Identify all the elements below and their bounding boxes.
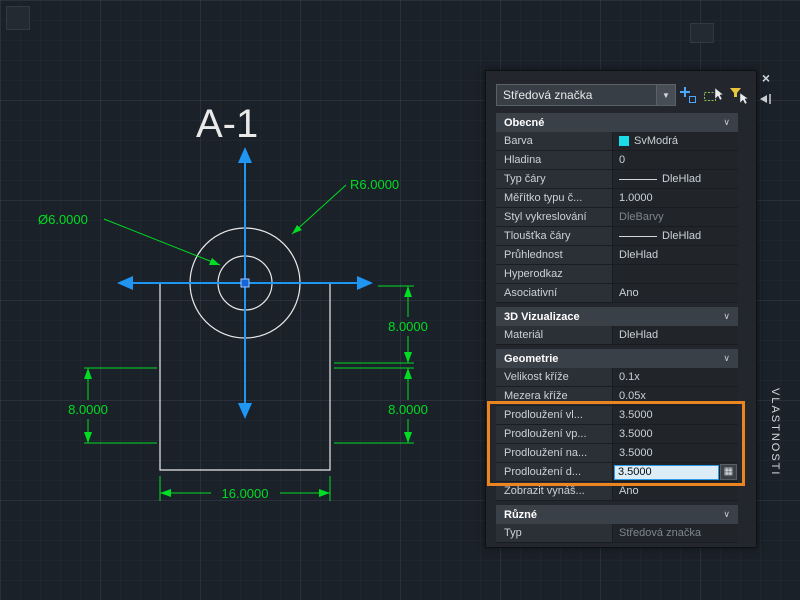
property-value[interactable]: 0.05x: [613, 387, 738, 405]
row-prodlouzeni-d: Prodloužení d... 3.5000 ▦: [496, 463, 738, 482]
linetype-preview-icon: [619, 178, 657, 180]
section-header-ruzne[interactable]: Různé ∨: [496, 505, 738, 524]
value-edit-field[interactable]: 3.5000: [614, 464, 719, 480]
row-typ: Typ Středová značka: [496, 524, 738, 543]
calculator-icon: ▦: [723, 466, 734, 477]
row-zobrazit-vynasecich: Zobrazit vynáš... Ano: [496, 482, 738, 501]
bottom-dimension-text: 16.0000: [222, 486, 269, 501]
properties-palette: Středová značka ▼ Obecné ∨ Barva SvModrá…: [485, 70, 757, 548]
chevron-icon: ∨: [723, 117, 730, 127]
chevron-icon: ∨: [723, 311, 730, 321]
property-label: Průhlednost: [496, 246, 613, 264]
color-swatch: [619, 136, 629, 146]
row-prodlouzeni-vp: Prodloužení vp... 3.5000: [496, 425, 738, 444]
property-value[interactable]: Ano: [613, 284, 738, 302]
property-label: Mezera kříže: [496, 387, 613, 405]
property-value[interactable]: 3.5000: [613, 444, 738, 462]
chevron-icon: ∨: [723, 509, 730, 519]
property-label: Materiál: [496, 326, 613, 344]
drawing-title: A-1: [196, 102, 258, 146]
left-dimension-text: 8.0000: [68, 402, 108, 417]
property-label: Barva: [496, 132, 613, 150]
chevron-down-icon[interactable]: ▼: [656, 85, 675, 105]
row-tloustka-cary: Tloušťka čáry DleHlad: [496, 227, 738, 246]
property-label: Typ čáry: [496, 170, 613, 188]
property-label: Prodloužení na...: [496, 444, 613, 462]
property-label: Hyperodkaz: [496, 265, 613, 283]
row-velikost-krize: Velikost kříže 0.1x: [496, 368, 738, 387]
property-value[interactable]: DleHlad: [613, 326, 738, 344]
property-label: Měřítko typu č...: [496, 189, 613, 207]
property-value[interactable]: DleBarvy: [613, 208, 738, 226]
row-prodlouzeni-na: Prodloužení na... 3.5000: [496, 444, 738, 463]
property-label: Prodloužení d...: [496, 463, 613, 481]
dimension-arrowheads: [84, 225, 412, 497]
property-value[interactable]: Středová značka: [613, 524, 738, 542]
property-value[interactable]: DleHlad: [613, 227, 738, 245]
row-mezera-krize: Mezera kříže 0.05x: [496, 387, 738, 406]
arrow-grip-up: [238, 147, 252, 163]
property-value[interactable]: DleHlad: [613, 170, 738, 188]
arrow-grip-down: [238, 403, 252, 419]
property-value[interactable]: 3.5000: [613, 406, 738, 424]
chevron-icon: ∨: [723, 353, 730, 363]
close-icon[interactable]: ×: [758, 71, 774, 87]
row-prodlouzeni-vl: Prodloužení vl... 3.5000: [496, 406, 738, 425]
section-header-3d-vizualizace[interactable]: 3D Vizualizace ∨: [496, 307, 738, 326]
row-pruhlednost: Průhlednost DleHlad: [496, 246, 738, 265]
palette-tab-vlastnosti[interactable]: VLASTNOSTI: [769, 388, 781, 476]
property-label: Asociativní: [496, 284, 613, 302]
property-label: Zobrazit vynáš...: [496, 482, 613, 500]
property-value[interactable]: 3.5000: [613, 425, 738, 443]
property-label: Hladina: [496, 151, 613, 169]
toggle-pickadd-button[interactable]: [677, 84, 699, 106]
select-objects-icon: [704, 87, 723, 101]
property-label: Prodloužení vl...: [496, 406, 613, 424]
row-meritko-typu-car: Měřítko typu č... 1.0000: [496, 189, 738, 208]
lineweight-preview-icon: [619, 235, 657, 237]
dimension-lines: [84, 184, 414, 501]
property-value[interactable]: 1.0000: [613, 189, 738, 207]
section-header-obecne[interactable]: Obecné ∨: [496, 113, 738, 132]
row-styl-vykreslovani: Styl vykreslování DleBarvy: [496, 208, 738, 227]
quick-select-button[interactable]: [727, 84, 749, 106]
section-header-geometrie[interactable]: Geometrie ∨: [496, 349, 738, 368]
row-typ-cary: Typ čáry DleHlad: [496, 170, 738, 189]
right-lower-dimension-text: 8.0000: [388, 402, 428, 417]
diameter-dimension-text: Ø6.0000: [38, 212, 88, 227]
dimension-texts: R6.0000 Ø6.0000 8.0000 8.0000 8.0000 16.…: [38, 177, 428, 501]
arrow-grip-right: [357, 276, 373, 290]
property-value[interactable]: SvModrá: [613, 132, 738, 150]
property-value[interactable]: [613, 265, 738, 283]
arrow-grip-left: [117, 276, 133, 290]
auto-hide-icon[interactable]: [757, 92, 773, 106]
property-label: Typ: [496, 524, 613, 542]
property-value[interactable]: DleHlad: [613, 246, 738, 264]
row-hyperodkaz: Hyperodkaz: [496, 265, 738, 284]
right-upper-dimension-text: 8.0000: [388, 319, 428, 334]
row-barva: Barva SvModrá: [496, 132, 738, 151]
center-grip[interactable]: [240, 278, 250, 288]
property-label: Tloušťka čáry: [496, 227, 613, 245]
radius-dimension-text: R6.0000: [350, 177, 399, 192]
property-value[interactable]: Ano: [613, 482, 738, 500]
property-value-editing: 3.5000 ▦: [613, 463, 738, 481]
property-value[interactable]: 0.1x: [613, 368, 738, 386]
property-value[interactable]: 0: [613, 151, 738, 169]
property-label: Velikost kříže: [496, 368, 613, 386]
row-hladina: Hladina 0: [496, 151, 738, 170]
row-material: Materiál DleHlad: [496, 326, 738, 345]
property-label: Prodloužení vp...: [496, 425, 613, 443]
quick-select-icon: [730, 88, 748, 105]
object-type-value: Středová značka: [503, 88, 593, 102]
object-type-dropdown[interactable]: Středová značka ▼: [496, 84, 676, 106]
calculator-button[interactable]: ▦: [720, 464, 737, 480]
row-asociativni: Asociativní Ano: [496, 284, 738, 303]
pickadd-icon: [680, 87, 696, 103]
autocad-window: A-1 R6.0000 Ø6.0000 8.0000 8.0000 8.0000…: [0, 0, 800, 600]
select-objects-button[interactable]: [702, 84, 724, 106]
property-label: Styl vykreslování: [496, 208, 613, 226]
